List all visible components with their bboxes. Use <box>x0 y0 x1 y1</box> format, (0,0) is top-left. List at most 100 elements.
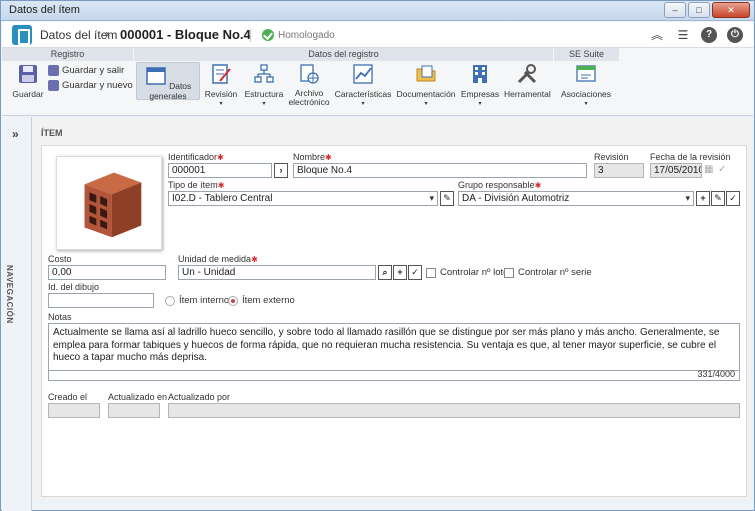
save-label: Guardar <box>12 89 44 99</box>
tab-documentacion-label: Documentación <box>396 89 456 99</box>
status-badge: Homologado <box>278 30 335 41</box>
expand-sidebar-icon[interactable]: » <box>12 127 19 141</box>
sidebar-label: NAVEGACIÓN <box>5 265 14 324</box>
window-icon <box>145 67 166 85</box>
item-image[interactable] <box>56 156 162 250</box>
tab-archivo-electronico[interactable]: Archivo electrónico <box>288 63 330 107</box>
unidad-medida-field[interactable]: Un - Unidad <box>178 265 376 280</box>
save-button[interactable]: Guardar <box>10 63 46 99</box>
tipo-item-label: Tipo de ítem✱ <box>168 180 225 190</box>
id-dibujo-label: Id. del dibujo <box>48 282 100 292</box>
actualizado-en-field <box>108 403 160 418</box>
tab-estructura[interactable]: Estructura ▾ <box>242 63 286 107</box>
item-externo-radio[interactable] <box>228 296 238 306</box>
title-bar: Datos del ítem – □ ✕ <box>1 1 754 21</box>
tipo-item-select[interactable]: I02.D - Tablero Central <box>168 191 438 206</box>
edit-grupo-button[interactable]: ✎ <box>711 191 725 206</box>
maximize-button[interactable]: □ <box>688 2 710 18</box>
actualizado-por-field <box>168 403 740 418</box>
save-and-new-button[interactable]: Guardar y nuevo <box>48 80 133 91</box>
save-and-exit-button[interactable]: Guardar y salir <box>48 65 124 76</box>
dropdown-arrow-icon: ▾ <box>584 101 588 107</box>
tab-asociaciones[interactable]: Asociaciones ▾ <box>560 63 612 107</box>
page-title: 000001 - Bloque No.4 <box>120 27 251 42</box>
tab-empresas[interactable]: Empresas ▾ <box>460 63 500 107</box>
save-and-new-label: Guardar y nuevo <box>62 80 133 91</box>
save-new-icon <box>48 80 59 91</box>
ribbon-group-datos-registro: Datos del registro <box>134 48 554 61</box>
item-interno-label: Ítem interno <box>179 295 230 306</box>
add-grupo-button[interactable]: + <box>696 191 710 206</box>
required-icon: ✱ <box>217 153 224 162</box>
tab-herramental[interactable]: Herramental <box>504 63 551 99</box>
item-interno-radio[interactable] <box>165 296 175 306</box>
save-and-exit-label: Guardar y salir <box>62 65 125 76</box>
tab-revision-label: Revisión <box>204 89 238 99</box>
grupo-responsable-select[interactable]: DA - División Automotriz <box>458 191 694 206</box>
grupo-responsable-label: Grupo responsable✱ <box>458 180 542 190</box>
controlar-serie-checkbox[interactable] <box>504 268 514 278</box>
search-unidad-button[interactable]: ⌕ <box>378 265 392 280</box>
clear-unidad-button[interactable]: ✓ <box>408 265 422 280</box>
tab-caracteristicas[interactable]: Características ▾ <box>334 63 392 107</box>
dropdown-arrow-icon: ▾ <box>478 101 482 107</box>
brick-image <box>84 172 142 238</box>
fecha-revision-label: Fecha de la revisión <box>650 152 731 162</box>
id-dibujo-field[interactable] <box>48 293 154 308</box>
dropdown-arrow-icon: ▾ <box>219 101 223 107</box>
creado-el-label: Creado el <box>48 392 88 402</box>
power-icon[interactable]: ⏻ <box>727 27 743 43</box>
controlar-lote-checkbox[interactable] <box>426 268 436 278</box>
revision-label: Revisión <box>594 152 629 162</box>
close-button[interactable]: ✕ <box>712 2 750 18</box>
list-icon[interactable]: ☰ <box>675 27 691 43</box>
revision-field: 3 <box>594 163 644 178</box>
dropdown-arrow-icon: ▾ <box>361 101 365 107</box>
edit-doc-icon <box>212 64 231 84</box>
header-actions: ︽ ☰ ? ⏻ <box>649 27 743 43</box>
notas-textarea[interactable]: Actualmente se llama así al ladrillo hue… <box>48 323 740 371</box>
window-controls: – □ ✕ <box>664 2 750 18</box>
help-icon[interactable]: ? <box>701 27 717 43</box>
creado-el-field <box>48 403 100 418</box>
tab-empresas-label: Empresas <box>460 89 500 99</box>
building-icon <box>473 65 487 83</box>
ribbon-group-se-suite: SE Suite <box>554 48 620 61</box>
divider <box>250 29 251 42</box>
costo-field[interactable]: 0,00 <box>48 265 166 280</box>
controlar-lote-label: Controlar nº lote <box>440 267 509 278</box>
breadcrumb-separator-icon: › <box>105 26 110 41</box>
controlar-serie-label: Controlar nº serie <box>518 267 592 278</box>
tab-revision[interactable]: Revisión ▾ <box>202 63 240 107</box>
clear-date-icon: ✓ <box>718 164 727 175</box>
tools-icon <box>517 64 537 84</box>
tab-datos-generales[interactable]: Datos generales <box>136 62 200 101</box>
identificador-label: Identificador✱ <box>168 152 224 162</box>
item-app-icon <box>12 25 32 45</box>
add-unidad-button[interactable]: + <box>393 265 407 280</box>
chart-icon <box>353 64 373 84</box>
tab-documentacion[interactable]: Documentación ▾ <box>396 63 456 107</box>
tab-archivo-electronico-label: Archivo electrónico <box>288 88 330 107</box>
navigation-sidebar[interactable]: » NAVEGACIÓN <box>2 117 32 511</box>
tab-asociaciones-label: Asociaciones <box>560 89 612 99</box>
identificador-next-button[interactable]: › <box>274 163 288 178</box>
required-icon: ✱ <box>217 181 225 190</box>
minimize-button[interactable]: – <box>664 2 686 18</box>
identificador-field[interactable]: 000001 <box>168 163 272 178</box>
status-check-icon <box>262 29 274 41</box>
required-icon: ✱ <box>251 255 258 264</box>
ribbon-group-empty <box>620 48 753 61</box>
nombre-label: Nombre✱ <box>293 152 332 162</box>
required-icon: ✱ <box>534 181 542 190</box>
dropdown-arrow-icon: ▾ <box>262 101 266 107</box>
tipo-item-clear-button[interactable]: ✎ <box>440 191 454 206</box>
clear-grupo-button[interactable]: ✓ <box>726 191 740 206</box>
collapse-icon[interactable]: ︽ <box>649 27 665 43</box>
section-title: ÍTEM <box>41 128 63 138</box>
ribbon-toolbar: Registro Datos del registro SE Suite Gua… <box>2 48 753 116</box>
nombre-field[interactable]: Bloque No.4 <box>293 163 587 178</box>
file-globe-icon <box>300 64 319 84</box>
item-externo-label: Ítem externo <box>242 295 295 306</box>
main-content: ÍTEM Identificador✱ 000001 › Nombre✱ Blo… <box>33 117 751 501</box>
